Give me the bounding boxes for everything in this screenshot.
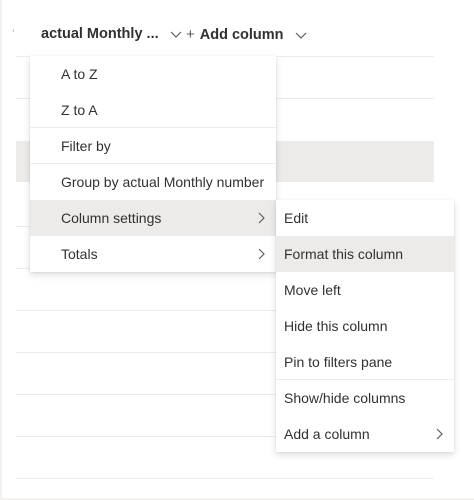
menu-item-label: Filter by (61, 138, 111, 154)
menu-item-label: Z to A (61, 102, 98, 118)
submenu-item-edit[interactable]: Edit (276, 200, 454, 236)
plus-icon: + (186, 26, 195, 43)
menu-item-label: Show/hide columns (284, 390, 406, 406)
submenu-item-add-a-column[interactable]: Add a column (276, 416, 454, 452)
menu-item-group-by[interactable]: Group by actual Monthly number (30, 164, 276, 200)
menu-item-z-to-a[interactable]: Z to A (30, 92, 276, 128)
submenu-item-hide-this-column[interactable]: Hide this column (276, 308, 454, 344)
chevron-right-icon (258, 212, 265, 224)
chevron-down-icon[interactable] (169, 27, 183, 41)
list-view: ’ actual Monthly ... + Add column A to Z… (0, 0, 474, 500)
menu-item-filter-by[interactable]: Filter by (30, 128, 276, 164)
left-border (0, 0, 2, 500)
submenu-item-pin-to-filters-pane[interactable]: Pin to filters pane (276, 344, 454, 380)
chevron-down-icon[interactable] (294, 28, 308, 42)
column-context-menu: A to Z Z to A Filter by Group by actual … (30, 56, 276, 272)
menu-item-column-settings[interactable]: Column settings (30, 200, 276, 236)
submenu-item-move-left[interactable]: Move left (276, 272, 454, 308)
menu-item-a-to-z[interactable]: A to Z (30, 56, 276, 92)
menu-item-label: Group by actual Monthly number (61, 174, 265, 190)
chevron-right-icon (258, 248, 265, 260)
menu-item-label: Column settings (61, 210, 162, 226)
sort-indicator-icon[interactable]: ’ (12, 28, 14, 40)
column-settings-submenu: Edit Format this column Move left Hide t… (276, 200, 454, 452)
menu-item-totals[interactable]: Totals (30, 236, 276, 272)
column-header-label: actual Monthly ... (41, 26, 159, 42)
add-column-button[interactable]: + Add column (186, 26, 308, 43)
column-header-actual-monthly[interactable]: actual Monthly ... (41, 26, 183, 42)
menu-item-label: A to Z (61, 66, 98, 82)
submenu-item-format-this-column[interactable]: Format this column (276, 236, 454, 272)
menu-item-label: Hide this column (284, 318, 388, 334)
menu-item-label: Move left (284, 282, 341, 298)
chevron-right-icon (436, 428, 443, 440)
menu-item-label: Add a column (284, 426, 370, 442)
add-column-label: Add column (199, 26, 284, 43)
menu-item-label: Pin to filters pane (284, 354, 393, 370)
menu-item-label: Format this column (284, 246, 404, 262)
submenu-item-show-hide-columns[interactable]: Show/hide columns (276, 380, 454, 416)
menu-item-label: Totals (61, 246, 98, 262)
column-header-row: ’ actual Monthly ... + Add column (0, 18, 474, 54)
menu-item-label: Edit (284, 210, 309, 226)
table-row (16, 478, 434, 479)
